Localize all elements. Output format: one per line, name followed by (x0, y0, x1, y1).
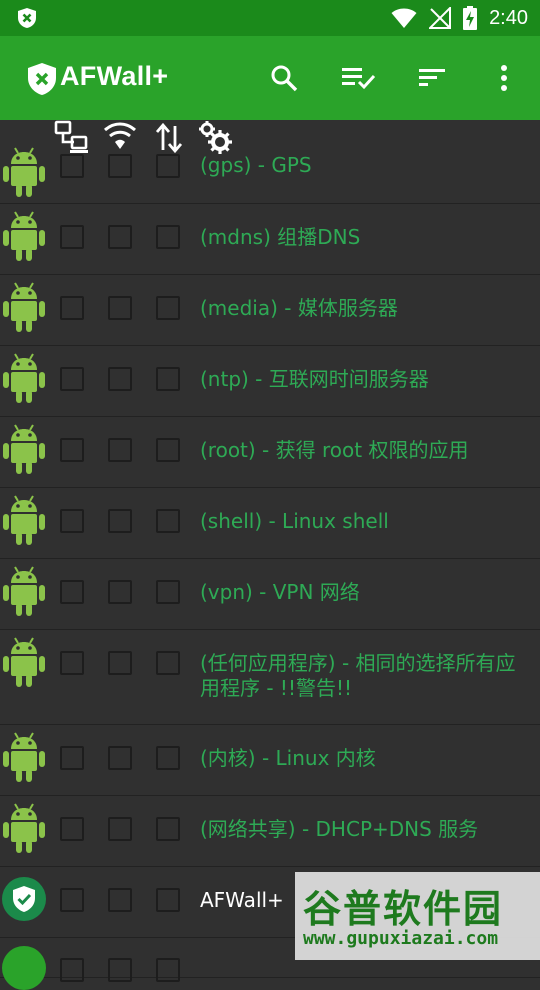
playlist-check-icon (342, 68, 376, 90)
watermark: 谷普软件园 www.gupuxiazai.com (295, 872, 540, 960)
overflow-menu-button[interactable] (484, 58, 524, 98)
mobile-data-checkbox[interactable] (156, 888, 180, 912)
apply-rules-button[interactable] (338, 58, 378, 98)
afwall-shield-icon (28, 63, 56, 95)
column-header (0, 120, 540, 156)
wifi-checkbox[interactable] (108, 888, 132, 912)
mobile-data-checkbox[interactable] (156, 438, 180, 462)
list-item: (root) - 获得 root 权限的应用 (0, 417, 540, 488)
android-app-icon (3, 495, 45, 546)
lan-checkbox[interactable] (60, 746, 84, 770)
settings-gears-icon (199, 121, 232, 154)
android-app-icon (3, 211, 45, 262)
app-name: (mdns) 组播DNS (200, 225, 361, 249)
app-name: (内核) - Linux 内核 (200, 746, 376, 770)
watermark-url: www.gupuxiazai.com (303, 928, 499, 949)
app-name: (root) - 获得 root 权限的应用 (200, 438, 469, 462)
wifi-icon (104, 122, 136, 149)
mobile-data-checkbox[interactable] (156, 817, 180, 841)
list-item: (任何应用程序) - 相同的选择所有应用程序 - !!警告!! (0, 630, 540, 725)
wifi-checkbox[interactable] (108, 438, 132, 462)
android-app-icon (3, 353, 45, 404)
wifi-checkbox[interactable] (108, 367, 132, 391)
mobile-data-checkbox[interactable] (156, 958, 180, 982)
lan-checkbox[interactable] (60, 958, 84, 982)
mobile-no-signal-icon (429, 7, 452, 29)
lan-checkbox[interactable] (60, 296, 84, 320)
list-item: (内核) - Linux 内核 (0, 725, 540, 796)
app-name: (shell) - Linux shell (200, 509, 389, 533)
search-button[interactable] (264, 58, 304, 98)
app-icon (2, 946, 46, 990)
mobile-data-checkbox[interactable] (156, 154, 180, 178)
mobile-data-checkbox[interactable] (156, 296, 180, 320)
mobile-data-checkbox[interactable] (156, 746, 180, 770)
afwall-notification-icon (18, 8, 36, 28)
lan-checkbox[interactable] (60, 888, 84, 912)
mobile-data-checkbox[interactable] (156, 509, 180, 533)
list-item: (mdns) 组播DNS (0, 204, 540, 275)
android-app-icon (3, 424, 45, 475)
lan-checkbox[interactable] (60, 817, 84, 841)
mobile-data-checkbox[interactable] (156, 367, 180, 391)
wifi-checkbox[interactable] (108, 296, 132, 320)
app-name: (任何应用程序) - 相同的选择所有应用程序 - !!警告!! (200, 651, 516, 700)
status-bar: 2:40 (0, 0, 540, 36)
mobile-data-checkbox[interactable] (156, 580, 180, 604)
wifi-checkbox[interactable] (108, 651, 132, 675)
mobile-data-icon (155, 122, 183, 154)
list-item: (media) - 媒体服务器 (0, 275, 540, 346)
app-rule-list: (gps) - GPS (mdns) 组播DNS (media) - 媒体服务器… (0, 132, 540, 990)
lan-checkbox[interactable] (60, 154, 84, 178)
wifi-checkbox[interactable] (108, 958, 132, 982)
watermark-title: 谷普软件园 (303, 887, 504, 931)
app-title: AFWall+ (60, 61, 169, 91)
android-app-icon (3, 803, 45, 854)
afwall-app-icon (2, 877, 46, 921)
android-app-icon (3, 732, 45, 783)
wifi-checkbox[interactable] (108, 509, 132, 533)
lan-checkbox[interactable] (60, 651, 84, 675)
app-name: (media) - 媒体服务器 (200, 296, 398, 320)
wifi-signal-icon (391, 8, 417, 28)
clock: 2:40 (489, 6, 528, 29)
list-item: (vpn) - VPN 网络 (0, 559, 540, 630)
app-name: (gps) - GPS (200, 153, 312, 177)
app-name: (vpn) - VPN 网络 (200, 580, 360, 604)
android-app-icon (3, 566, 45, 617)
wifi-checkbox[interactable] (108, 154, 132, 178)
wifi-checkbox[interactable] (108, 225, 132, 249)
battery-charging-icon (463, 6, 478, 30)
lan-checkbox[interactable] (60, 225, 84, 249)
wifi-checkbox[interactable] (108, 817, 132, 841)
app-name: (ntp) - 互联网时间服务器 (200, 367, 429, 391)
list-item: (网络共享) - DHCP+DNS 服务 (0, 796, 540, 867)
wifi-checkbox[interactable] (108, 746, 132, 770)
android-app-icon (3, 637, 45, 688)
sort-icon (419, 69, 445, 86)
lan-checkbox[interactable] (60, 509, 84, 533)
lan-network-icon (54, 120, 88, 153)
lan-checkbox[interactable] (60, 580, 84, 604)
lan-checkbox[interactable] (60, 438, 84, 462)
mobile-data-checkbox[interactable] (156, 225, 180, 249)
lan-checkbox[interactable] (60, 367, 84, 391)
more-vert-icon (501, 65, 507, 91)
list-item: (ntp) - 互联网时间服务器 (0, 346, 540, 417)
search-icon (271, 65, 298, 92)
list-item: (shell) - Linux shell (0, 488, 540, 559)
wifi-checkbox[interactable] (108, 580, 132, 604)
app-name: (网络共享) - DHCP+DNS 服务 (200, 817, 479, 841)
mobile-data-checkbox[interactable] (156, 651, 180, 675)
android-app-icon (3, 282, 45, 333)
app-toolbar: AFWall+ (0, 36, 540, 120)
sort-button[interactable] (412, 58, 452, 98)
